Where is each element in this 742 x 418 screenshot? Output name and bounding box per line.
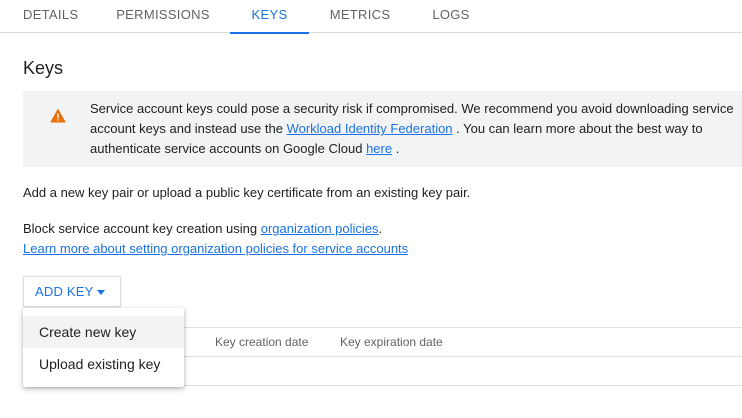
block-key-creation-text: Block service account key creation using… xyxy=(23,219,382,239)
organization-policies-link[interactable]: organization policies xyxy=(261,221,379,236)
add-key-pair-description: Add a new key pair or upload a public ke… xyxy=(23,185,471,200)
column-header-key-expiration-date[interactable]: Key expiration date xyxy=(340,328,443,356)
tab-details[interactable]: DETAILS xyxy=(0,0,96,33)
warning-text-after: . xyxy=(392,141,400,156)
tab-keys[interactable]: KEYS xyxy=(230,0,309,34)
block-text-suffix: . xyxy=(378,221,383,236)
warning-text: Service account keys could pose a securi… xyxy=(90,99,742,159)
page-title: Keys xyxy=(23,58,64,78)
here-link[interactable]: here xyxy=(366,141,392,156)
warning-icon xyxy=(50,108,66,124)
block-text-label: Block service account key creation using xyxy=(23,221,261,236)
learn-more-org-policies-link[interactable]: Learn more about setting organization po… xyxy=(23,239,408,259)
column-header-key-creation-date[interactable]: Key creation date xyxy=(215,328,308,356)
add-key-button[interactable]: ADD KEY xyxy=(23,276,121,307)
security-warning-banner: Service account keys could pose a securi… xyxy=(23,91,742,167)
dropdown-caret-icon xyxy=(97,290,105,295)
tab-bar: DETAILS PERMISSIONS KEYS METRICS LOGS xyxy=(0,0,742,34)
tab-logs[interactable]: LOGS xyxy=(411,0,491,33)
tab-metrics[interactable]: METRICS xyxy=(309,0,411,33)
add-key-menu: Create new key Upload existing key xyxy=(23,308,184,387)
workload-identity-federation-link[interactable]: Workload Identity Federation xyxy=(287,121,453,136)
menu-item-create-new-key[interactable]: Create new key xyxy=(23,316,184,348)
menu-item-upload-existing-key[interactable]: Upload existing key xyxy=(23,348,184,380)
add-key-label: ADD KEY xyxy=(35,284,94,299)
tab-permissions[interactable]: PERMISSIONS xyxy=(96,0,230,33)
